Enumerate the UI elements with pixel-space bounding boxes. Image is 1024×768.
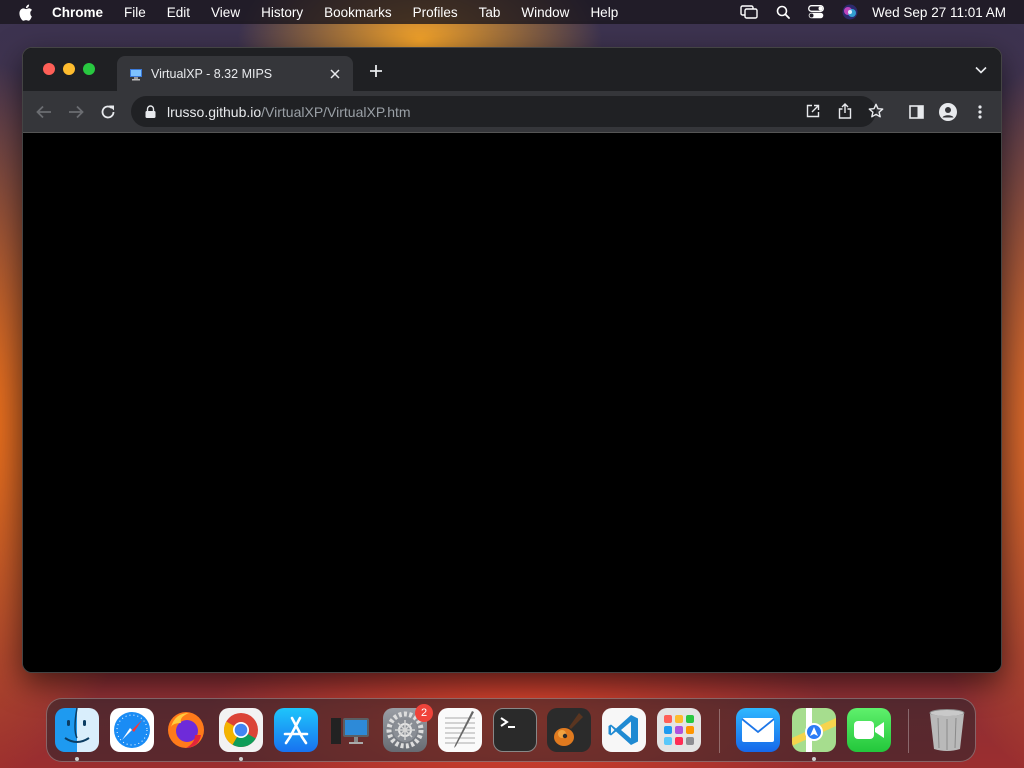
chrome-icon[interactable] (219, 708, 263, 752)
vscode-icon[interactable] (602, 708, 646, 752)
profile-avatar-icon[interactable] (939, 103, 957, 121)
share-icon[interactable] (837, 103, 853, 119)
window-close-button[interactable] (43, 63, 55, 75)
reload-icon[interactable] (99, 103, 117, 121)
menu-app-name[interactable]: Chrome (52, 5, 103, 20)
menu-bookmarks[interactable]: Bookmarks (324, 5, 392, 20)
window-minimize-button[interactable] (63, 63, 75, 75)
status-area: Wed Sep 27 11:01 AM (722, 0, 1006, 24)
bookmark-star-icon[interactable] (868, 103, 884, 119)
computer-favicon-icon (129, 67, 143, 81)
tab-search-chevron-down-icon[interactable] (975, 65, 987, 75)
browser-toolbar: lrusso.github.io/VirtualXP/VirtualXP.htm (23, 91, 1001, 133)
new-tab-plus-icon[interactable] (368, 63, 384, 79)
tab-strip: VirtualXP - 8.32 MIPS (23, 48, 1001, 91)
menu-view[interactable]: View (211, 5, 240, 20)
menu-bar: Chrome File Edit View History Bookmarks … (0, 0, 1024, 24)
chrome-window: VirtualXP - 8.32 MIPS lrusso.github.io/V… (22, 47, 1002, 673)
maps-running-indicator (812, 757, 816, 761)
menu-edit[interactable]: Edit (167, 5, 190, 20)
dock-separator (908, 709, 909, 753)
url-text[interactable]: lrusso.github.io/VirtualXP/VirtualXP.htm (167, 104, 411, 120)
chrome-running-indicator (239, 757, 243, 761)
apple-menu-icon[interactable] (18, 3, 36, 21)
menu-help[interactable]: Help (590, 5, 618, 20)
tab-close-icon[interactable] (327, 66, 343, 82)
url-host: lrusso.github.io (167, 103, 262, 120)
trash-icon[interactable] (925, 708, 969, 752)
launchpad-icon[interactable] (657, 708, 701, 752)
screen-mirroring-icon[interactable] (740, 5, 758, 19)
address-bar[interactable]: lrusso.github.io/VirtualXP/VirtualXP.htm (131, 96, 884, 127)
finder-running-indicator (75, 757, 79, 761)
facetime-icon[interactable] (847, 708, 891, 752)
finder-icon[interactable] (55, 708, 99, 752)
siri-icon[interactable] (842, 4, 858, 20)
textedit-icon[interactable] (438, 708, 482, 752)
dock-separator (719, 709, 720, 753)
control-center-icon[interactable] (808, 5, 825, 19)
dock: 2 (46, 698, 976, 762)
lock-icon[interactable] (145, 105, 157, 119)
menu-window[interactable]: Window (521, 5, 569, 20)
remote-desktop-icon[interactable] (329, 708, 373, 752)
clock[interactable]: Wed Sep 27 11:01 AM (872, 5, 1006, 20)
firefox-icon[interactable] (164, 708, 208, 752)
window-fullscreen-button[interactable] (83, 63, 95, 75)
safari-icon[interactable] (110, 708, 154, 752)
menu-history[interactable]: History (261, 5, 303, 20)
url-path: /VirtualXP/VirtualXP.htm (261, 103, 411, 120)
garageband-icon[interactable] (547, 708, 591, 752)
app-store-icon[interactable] (274, 708, 318, 752)
settings-notification-badge: 2 (415, 704, 433, 722)
page-content-area[interactable] (23, 133, 1001, 672)
tab-title: VirtualXP - 8.32 MIPS (151, 66, 273, 81)
spotlight-search-icon[interactable] (776, 5, 791, 19)
open-in-external-icon[interactable] (805, 103, 821, 119)
forward-arrow-icon[interactable] (67, 103, 85, 121)
maps-icon[interactable] (792, 708, 836, 752)
mail-icon[interactable] (736, 708, 780, 752)
menu-profiles[interactable]: Profiles (413, 5, 458, 20)
menu-tab[interactable]: Tab (479, 5, 501, 20)
more-menu-icon[interactable] (971, 103, 989, 121)
tab-virtualxp[interactable]: VirtualXP - 8.32 MIPS (117, 56, 353, 91)
menu-file[interactable]: File (124, 5, 146, 20)
side-panel-icon[interactable] (907, 103, 925, 121)
back-arrow-icon[interactable] (35, 103, 53, 121)
terminal-icon[interactable] (493, 708, 537, 752)
